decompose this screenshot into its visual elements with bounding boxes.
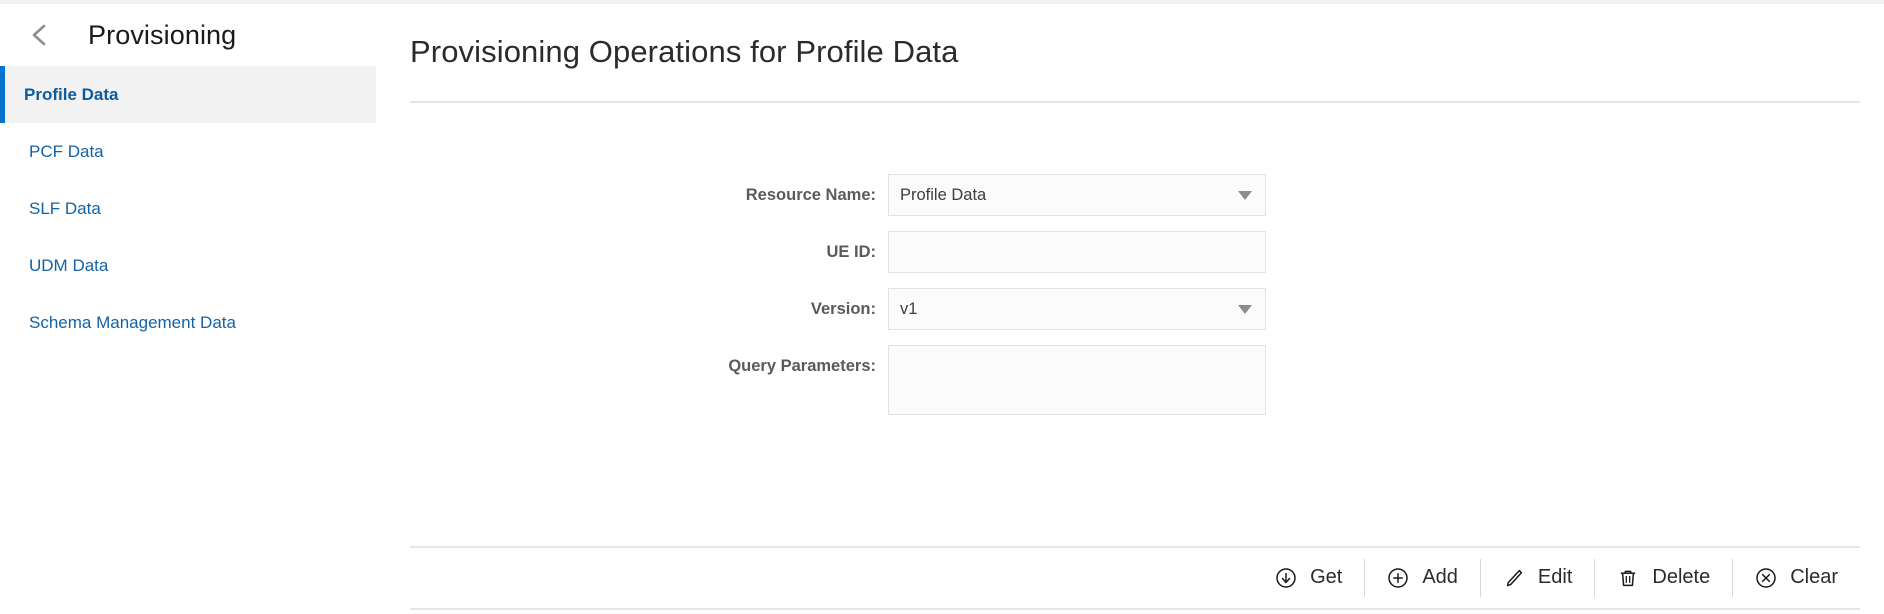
add-button-label: Add [1422, 566, 1458, 588]
sidebar-nav: Profile Data PCF Data SLF Data UDM Data … [0, 66, 376, 351]
left-panel: Provisioning Profile Data PCF Data SLF D… [0, 4, 376, 614]
form-row-ue-id: UE ID: [376, 231, 1884, 273]
provisioning-form: Resource Name: UE ID: Version: Query Par… [376, 174, 1884, 430]
add-button[interactable]: Add [1365, 558, 1480, 598]
circle-x-icon [1755, 567, 1777, 589]
sidebar-item-slf-data[interactable]: SLF Data [0, 180, 376, 237]
sidebar-item-label: SLF Data [29, 198, 101, 218]
version-label: Version: [810, 300, 876, 318]
ue-id-input[interactable] [888, 231, 1266, 273]
get-button[interactable]: Get [1253, 558, 1364, 598]
clear-button-label: Clear [1790, 566, 1838, 588]
resource-name-field-wrap [888, 174, 1266, 216]
form-row-resource-name: Resource Name: [376, 174, 1884, 216]
ue-id-field-wrap [888, 231, 1266, 273]
circle-plus-icon [1387, 567, 1409, 589]
query-parameters-field-wrap [888, 345, 1266, 415]
sidebar-item-label: Schema Management Data [29, 312, 236, 332]
query-parameters-textarea[interactable] [888, 345, 1266, 415]
form-row-query-parameters: Query Parameters: [376, 345, 1884, 415]
panel-title: Provisioning [88, 19, 237, 50]
circle-arrow-down-icon [1275, 567, 1297, 589]
page-title: Provisioning Operations for Profile Data [410, 34, 959, 69]
actions-bottom-divider [410, 608, 1860, 610]
trash-icon [1617, 567, 1639, 589]
edit-button[interactable]: Edit [1481, 558, 1594, 598]
ue-id-label: UE ID: [826, 243, 877, 261]
title-divider [410, 101, 1860, 103]
sidebar-item-label: UDM Data [29, 255, 109, 275]
main-content: Provisioning Operations for Profile Data… [376, 4, 1884, 614]
delete-button-label: Delete [1652, 566, 1711, 588]
resource-name-label: Resource Name: [745, 186, 876, 204]
edit-button-label: Edit [1537, 566, 1573, 588]
panel-header: Provisioning [0, 4, 376, 66]
sidebar-item-profile-data[interactable]: Profile Data [0, 66, 376, 123]
query-parameters-label: Query Parameters: [728, 357, 876, 375]
chevron-left-icon[interactable] [26, 22, 52, 48]
sidebar-item-schema-management-data[interactable]: Schema Management Data [0, 294, 376, 351]
get-button-label: Get [1310, 566, 1343, 588]
action-bar: Get Add Edit Delete Clear [410, 547, 1860, 608]
form-row-version: Version: [376, 288, 1884, 330]
sidebar-item-udm-data[interactable]: UDM Data [0, 237, 376, 294]
sidebar-item-label: Profile Data [24, 84, 119, 104]
sidebar-item-label: PCF Data [29, 141, 104, 161]
delete-button[interactable]: Delete [1595, 558, 1732, 598]
clear-button[interactable]: Clear [1733, 558, 1860, 598]
version-select[interactable] [888, 288, 1266, 330]
sidebar-item-pcf-data[interactable]: PCF Data [0, 123, 376, 180]
pencil-icon [1503, 567, 1525, 589]
resource-name-select[interactable] [888, 174, 1266, 216]
version-field-wrap [888, 288, 1266, 330]
